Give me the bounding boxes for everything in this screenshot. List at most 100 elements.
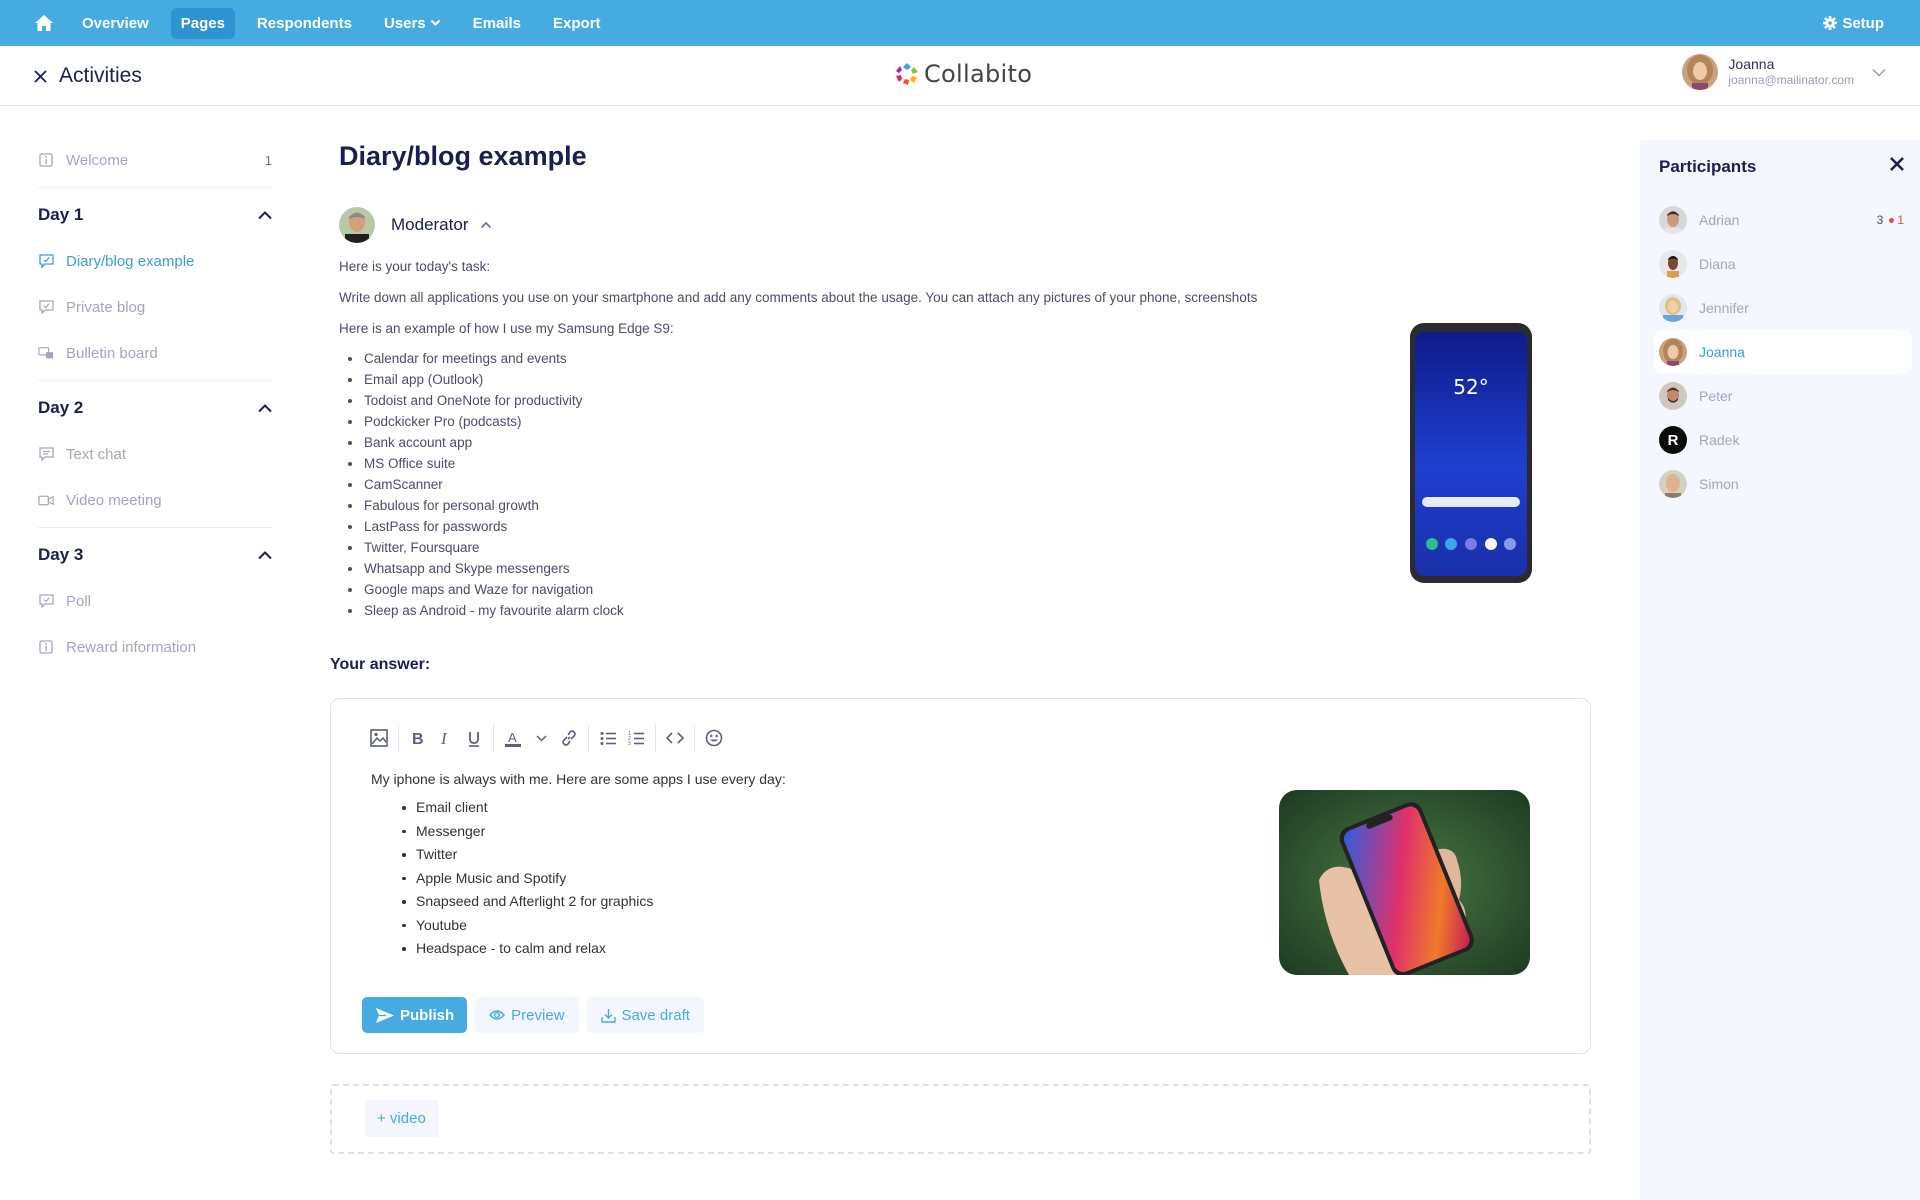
close-activities-button[interactable]: Activities — [34, 64, 142, 88]
participant-radek[interactable]: R Radek — [1654, 418, 1912, 462]
emoji-button[interactable] — [700, 724, 728, 752]
nav-label: Users — [383, 14, 426, 32]
blog-icon — [38, 299, 54, 315]
sidebar-item-bulletin-board[interactable]: Bulletin board — [38, 338, 272, 368]
publish-button[interactable]: Publish — [362, 997, 468, 1033]
save-draft-label: Save draft — [621, 1006, 690, 1024]
sidebar-item-text-chat[interactable]: Text chat — [38, 439, 272, 469]
video-dropzone: + video — [330, 1084, 1591, 1154]
numbered-list-button[interactable]: 123 — [622, 724, 650, 752]
post-paragraph: Here is your today's task: — [339, 259, 491, 274]
underline-icon — [469, 731, 479, 747]
participant-adrian[interactable]: Adrian 3 1 — [1654, 198, 1912, 242]
participant-joanna[interactable]: Joanna — [1654, 330, 1912, 374]
home-button[interactable] — [34, 13, 54, 33]
list-item: Twitter — [371, 846, 786, 870]
nav-respondents[interactable]: Respondents — [247, 8, 362, 39]
editor-toolbar: B I A 123 — [365, 723, 728, 753]
participant-avatar: R — [1659, 426, 1687, 454]
sidebar-item-label: Welcome — [66, 151, 129, 169]
text-color-dropdown[interactable] — [527, 724, 555, 752]
sidebar-group-day-2: Day 2 Text chat Video meeting — [38, 393, 272, 515]
link-icon — [562, 730, 576, 746]
chevron-down-icon — [1872, 68, 1886, 77]
italic-button[interactable]: I — [432, 724, 460, 752]
italic-icon: I — [440, 730, 448, 746]
nav-overview[interactable]: Overview — [72, 8, 159, 39]
participant-name: Radek — [1699, 432, 1740, 448]
editor-content[interactable]: My iphone is always with me. Here are so… — [371, 771, 786, 964]
home-icon — [35, 15, 53, 31]
close-participants-button[interactable] — [1889, 156, 1905, 177]
toolbar-separator — [398, 724, 399, 752]
participant-diana[interactable]: Diana — [1654, 242, 1912, 286]
preview-button[interactable]: Preview — [475, 997, 579, 1033]
list-item: Fabulous for personal growth — [339, 498, 1379, 519]
setup-button[interactable]: Setup — [1823, 0, 1884, 46]
info-icon — [39, 153, 53, 167]
iphone-in-hand-image[interactable] — [1279, 790, 1530, 975]
list-item: LastPass for passwords — [339, 519, 1379, 540]
close-icon — [1890, 157, 1904, 171]
unread-count: 1 — [1897, 213, 1904, 227]
user-avatar — [1682, 54, 1719, 90]
avatar-initial: R — [1667, 431, 1679, 449]
moderator-header[interactable]: Moderator — [339, 207, 492, 243]
sidebar-item-welcome[interactable]: Welcome 1 — [38, 145, 272, 175]
list-item: Email app (Outlook) — [339, 372, 1379, 393]
save-draft-button[interactable]: Save draft — [586, 997, 704, 1033]
participant-avatar — [1659, 338, 1687, 366]
sidebar-group-day-1: Day 1 Diary/blog example Private blog Bu… — [38, 200, 272, 368]
eye-icon — [489, 1010, 506, 1020]
underline-button[interactable] — [460, 724, 488, 752]
bold-icon: B — [412, 731, 424, 746]
sidebar-day-1-header[interactable]: Day 1 — [38, 200, 272, 230]
list-item: Twitter, Foursquare — [339, 540, 1379, 561]
sidebar-day-2-header[interactable]: Day 2 — [38, 393, 272, 423]
sidebar-item-video-meeting[interactable]: Video meeting — [38, 485, 272, 515]
moderator-avatar — [339, 207, 375, 243]
chevron-up-icon[interactable] — [480, 221, 492, 229]
participant-jennifer[interactable]: Jennifer — [1654, 286, 1912, 330]
participant-simon[interactable]: Simon — [1654, 462, 1912, 506]
sidebar-item-private-blog[interactable]: Private blog — [38, 292, 272, 322]
activities-sidebar: Welcome 1 Day 1 Diary/blog example Priva… — [38, 145, 272, 678]
bullet-list-button[interactable] — [594, 724, 622, 752]
participant-name: Peter — [1699, 388, 1733, 404]
list-item: Whatsapp and Skype messengers — [339, 561, 1379, 582]
sidebar-item-label: Poll — [66, 592, 92, 610]
participant-name: Jennifer — [1699, 300, 1749, 316]
insert-image-button[interactable] — [365, 724, 393, 752]
list-item: Email client — [371, 799, 786, 823]
bullet-list-icon — [600, 731, 616, 745]
participant-name: Adrian — [1699, 212, 1740, 228]
user-menu[interactable]: Joanna joanna@mailinator.com — [1682, 54, 1886, 90]
post-paragraph: Write down all applications you use on y… — [339, 290, 1258, 305]
participant-avatar — [1659, 250, 1687, 278]
list-item: Headspace - to calm and relax — [371, 940, 786, 964]
nav-users[interactable]: Users — [374, 8, 451, 39]
participants-panel: Participants Adrian 3 1 Diana Jennifer J… — [1640, 140, 1920, 1200]
nav-emails[interactable]: Emails — [463, 8, 531, 39]
sidebar-day-3-header[interactable]: Day 3 — [38, 540, 272, 570]
nav-export[interactable]: Export — [543, 8, 611, 39]
sidebar-item-label: Reward information — [66, 638, 197, 656]
sidebar-item-reward-information[interactable]: Reward information — [38, 632, 272, 662]
day-title: Day 2 — [38, 398, 84, 417]
post-paragraph: Here is an example of how I use my Samsu… — [339, 321, 674, 336]
participant-name: Simon — [1699, 476, 1739, 492]
participant-badges: 3 1 — [1877, 213, 1904, 227]
sidebar-item-poll[interactable]: Poll — [38, 586, 272, 616]
participant-peter[interactable]: Peter — [1654, 374, 1912, 418]
answer-editor[interactable]: B I A 123 My iphone is always with me. H… — [330, 698, 1591, 1054]
samsung-phone-image: 52° — [1408, 322, 1534, 584]
nav-pages[interactable]: Pages — [170, 7, 235, 39]
chevron-up-icon — [258, 550, 272, 559]
answer-intro: My iphone is always with me. Here are so… — [371, 771, 786, 787]
add-video-button[interactable]: + video — [365, 1100, 438, 1137]
text-color-button[interactable]: A — [499, 724, 527, 752]
code-button[interactable] — [661, 724, 689, 752]
bold-button[interactable]: B — [404, 724, 432, 752]
sidebar-item-diary-blog-example[interactable]: Diary/blog example — [38, 246, 272, 276]
link-button[interactable] — [555, 724, 583, 752]
